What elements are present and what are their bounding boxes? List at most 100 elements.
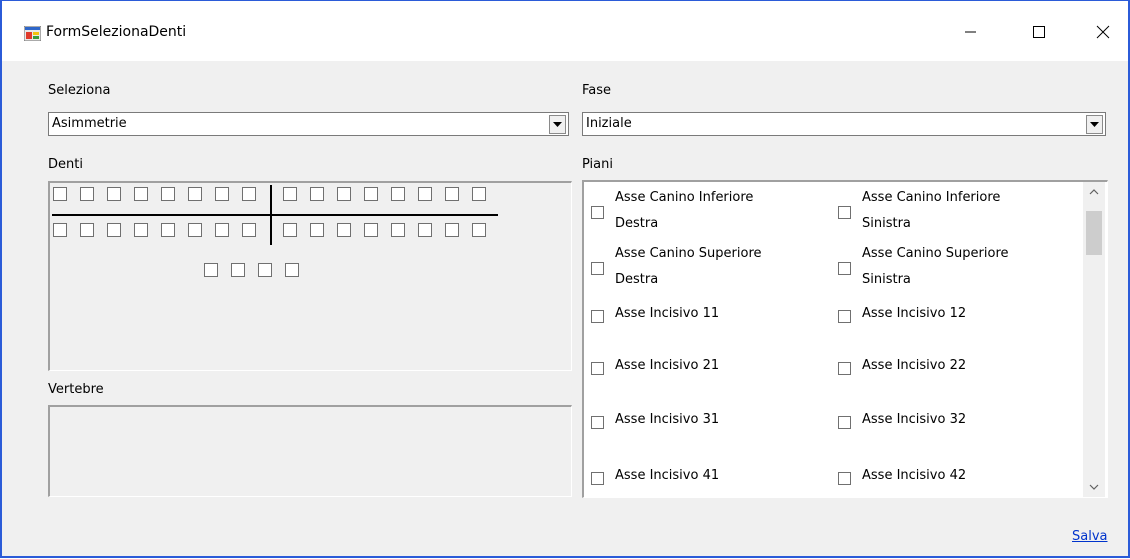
tooth-checkbox[interactable] [337,187,351,201]
piano-item[interactable]: Asse Incisivo 32 [834,408,1064,434]
fase-value: Iniziale [586,116,632,131]
tooth-checkbox[interactable] [391,223,405,237]
tooth-checkbox[interactable] [107,223,121,237]
tooth-checkbox[interactable] [215,187,229,201]
piano-item[interactable]: Asse Incisivo 31 [587,408,817,434]
close-button[interactable] [1080,15,1126,49]
tooth-checkbox[interactable] [283,223,297,237]
tooth-checkbox[interactable] [337,223,351,237]
close-icon [1096,25,1110,39]
piano-checkbox[interactable] [838,472,851,485]
vertebre-label: Vertebre [48,382,104,397]
piano-label: Sinistra [862,272,911,287]
piano-checkbox[interactable] [591,206,604,219]
piano-item[interactable]: Asse Incisivo 11 [587,302,817,328]
fase-combo[interactable]: Iniziale [582,112,1106,136]
piano-item[interactable]: Asse Incisivo 41 [587,464,817,490]
piano-label: Destra [615,216,659,231]
piano-label: Asse Canino Inferiore [862,190,1001,205]
piano-checkbox[interactable] [838,416,851,429]
tooth-checkbox[interactable] [418,187,432,201]
tooth-checkbox[interactable] [231,263,245,277]
tooth-checkbox[interactable] [283,187,297,201]
piani-label: Piani [582,157,613,172]
piano-item[interactable]: Asse Incisivo 22 [834,354,1064,380]
tooth-checkbox[interactable] [107,187,121,201]
maximize-button[interactable] [1016,15,1062,49]
tooth-checkbox[interactable] [364,223,378,237]
tooth-checkbox[interactable] [285,263,299,277]
scroll-up-button[interactable] [1083,182,1105,202]
tooth-checkbox[interactable] [310,187,324,201]
piano-item[interactable]: Asse Canino Superiore Destra [587,242,817,294]
piano-checkbox[interactable] [591,472,604,485]
piano-checkbox[interactable] [838,206,851,219]
piani-checklist[interactable]: Asse Canino Inferiore Destra Asse Canino I… [582,180,1108,498]
piano-label: Asse Canino Superiore [862,246,1009,261]
scroll-thumb[interactable] [1086,211,1102,255]
tooth-checkbox[interactable] [472,187,486,201]
minimize-button[interactable] [948,15,994,49]
piano-label: Asse Incisivo 21 [615,358,720,373]
piano-item[interactable]: Asse Incisivo 12 [834,302,1064,328]
piano-checkbox[interactable] [591,262,604,275]
tooth-checkbox[interactable] [445,187,459,201]
tooth-checkbox[interactable] [80,187,94,201]
tooth-checkbox[interactable] [242,223,256,237]
piano-label: Asse Incisivo 11 [615,306,720,321]
denti-panel [48,181,572,371]
denti-label: Denti [48,157,83,172]
piano-item[interactable]: Asse Canino Superiore Sinistra [834,242,1064,294]
tooth-checkbox[interactable] [310,223,324,237]
piano-checkbox[interactable] [591,416,604,429]
form-window: FormSelezionaDenti Seleziona Asimmetrie … [0,0,1130,558]
title-bar[interactable]: FormSelezionaDenti [2,1,1128,61]
fase-label: Fase [582,83,612,98]
chevron-down-icon [1090,121,1099,127]
tooth-checkbox[interactable] [418,223,432,237]
tooth-checkbox[interactable] [161,187,175,201]
save-link[interactable]: Salva [1072,529,1108,544]
piano-checkbox[interactable] [591,310,604,323]
piano-checkbox[interactable] [838,262,851,275]
seleziona-dropdown-button[interactable] [549,115,566,134]
tooth-checkbox[interactable] [53,223,67,237]
piano-checkbox[interactable] [838,310,851,323]
tooth-checkbox[interactable] [80,223,94,237]
piano-label: Asse Canino Superiore [615,246,762,261]
tooth-checkbox[interactable] [134,223,148,237]
tooth-checkbox[interactable] [134,187,148,201]
piano-checkbox[interactable] [591,362,604,375]
tooth-checkbox[interactable] [445,223,459,237]
piani-scrollbar[interactable] [1083,182,1105,497]
seleziona-value: Asimmetrie [52,116,127,131]
tooth-checkbox[interactable] [188,187,202,201]
tooth-checkbox[interactable] [258,263,272,277]
fase-dropdown-button[interactable] [1086,115,1103,134]
piano-item[interactable]: Asse Incisivo 42 [834,464,1064,490]
seleziona-combo[interactable]: Asimmetrie [48,112,569,136]
tooth-checkbox[interactable] [242,187,256,201]
piano-label: Sinistra [862,216,911,231]
vertebre-panel [48,405,572,497]
tooth-checkbox[interactable] [204,263,218,277]
piano-label: Asse Incisivo 32 [862,412,967,427]
chevron-down-icon [553,121,562,127]
tooth-checkbox[interactable] [188,223,202,237]
piano-label: Asse Incisivo 22 [862,358,967,373]
scroll-down-button[interactable] [1083,477,1105,497]
piano-checkbox[interactable] [838,362,851,375]
piano-item[interactable]: Asse Canino Inferiore Sinistra [834,186,1064,238]
window-title: FormSelezionaDenti [46,24,187,40]
tooth-checkbox[interactable] [391,187,405,201]
piano-item[interactable]: Asse Canino Inferiore Destra [587,186,817,238]
tooth-checkbox[interactable] [215,223,229,237]
piano-item[interactable]: Asse Incisivo 21 [587,354,817,380]
teeth-horizontal-divider [52,214,498,216]
form-icon [24,26,41,41]
chevron-up-icon [1089,189,1099,195]
tooth-checkbox[interactable] [472,223,486,237]
tooth-checkbox[interactable] [364,187,378,201]
tooth-checkbox[interactable] [53,187,67,201]
tooth-checkbox[interactable] [161,223,175,237]
